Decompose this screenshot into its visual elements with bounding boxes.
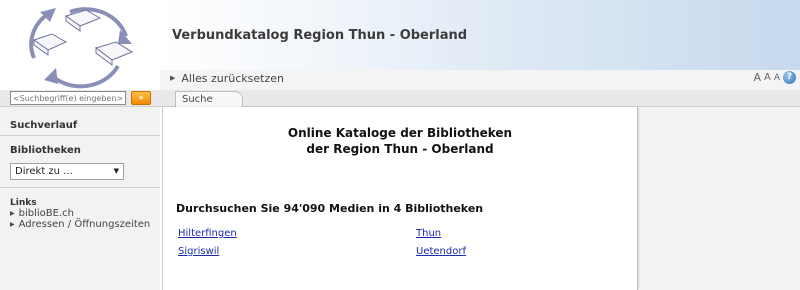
page-title: Online Kataloge der Bibliotheken der Reg… [163, 125, 637, 157]
sidebar-link-label: biblioBE.ch [18, 208, 74, 219]
font-size-large-button[interactable]: A [753, 71, 761, 84]
sidebar-link-adressen[interactable]: ▶ Adressen / Öffnungszeiten [10, 219, 150, 230]
library-select-value: Direkt zu ... [15, 166, 73, 177]
reset-all-label: Alles zurücksetzen [181, 72, 285, 85]
triangle-right-icon: ▶ [170, 74, 176, 82]
page-header: Verbundkatalog Region Thun - Oberland [0, 0, 800, 89]
sidebar-history-section: Suchverlauf [0, 107, 160, 136]
page-title-line-2: der Region Thun - Oberland [306, 142, 494, 156]
sidebar-libraries-section: Bibliotheken Direkt zu ... ▼ [0, 136, 160, 188]
sub-toolbar: ▶ Alles zurücksetzen A A A ? [160, 70, 800, 90]
sidebar-links-section: Links ▶ biblioBE.ch ▶ Adressen / Öffnungsz… [0, 188, 160, 230]
main-content: Online Kataloge der Bibliotheken der Reg… [162, 107, 638, 290]
search-row: » Suche [0, 90, 800, 108]
media-count-heading: Durchsuchen Sie 94'090 Medien in 4 Bibli… [176, 202, 484, 215]
font-size-controls: A A A ? [753, 71, 796, 84]
search-input[interactable] [10, 91, 126, 105]
font-size-small-button[interactable]: A [774, 73, 780, 83]
help-icon[interactable]: ? [783, 71, 796, 84]
sidebar-links-heading: Links [10, 198, 37, 208]
sidebar-history-heading[interactable]: Suchverlauf [10, 120, 150, 131]
sidebar: Suchverlauf Bibliotheken Direkt zu ... ▼… [0, 107, 160, 290]
reset-all-link[interactable]: ▶ Alles zurücksetzen [170, 72, 284, 85]
page-title-line-1: Online Kataloge der Bibliotheken [287, 126, 513, 140]
triangle-right-icon: ▶ [10, 210, 15, 217]
site-title: Verbundkatalog Region Thun - Oberland [172, 28, 468, 43]
right-pane [640, 107, 800, 290]
sidebar-link-label: Adressen / Öffnungszeiten [18, 219, 151, 230]
triangle-right-icon: ▶ [10, 221, 15, 228]
search-submit-button[interactable]: » [131, 91, 151, 105]
library-link-thun[interactable]: Thun [416, 228, 441, 239]
book-cycle-logo-icon [29, 7, 134, 89]
library-link-sigriswil[interactable]: Sigriswil [178, 246, 219, 257]
tab-suche[interactable]: Suche [175, 91, 243, 108]
dropdown-caret-icon: ▼ [113, 167, 119, 175]
sidebar-libraries-heading: Bibliotheken [10, 145, 81, 156]
library-link-uetendorf[interactable]: Uetendorf [416, 246, 466, 257]
library-link-hilterfingen[interactable]: Hilterfingen [178, 228, 237, 239]
library-select[interactable]: Direkt zu ... ▼ [10, 163, 124, 180]
sidebar-link-biblioBE[interactable]: ▶ biblioBE.ch [10, 208, 150, 219]
font-size-medium-button[interactable]: A [764, 72, 771, 83]
